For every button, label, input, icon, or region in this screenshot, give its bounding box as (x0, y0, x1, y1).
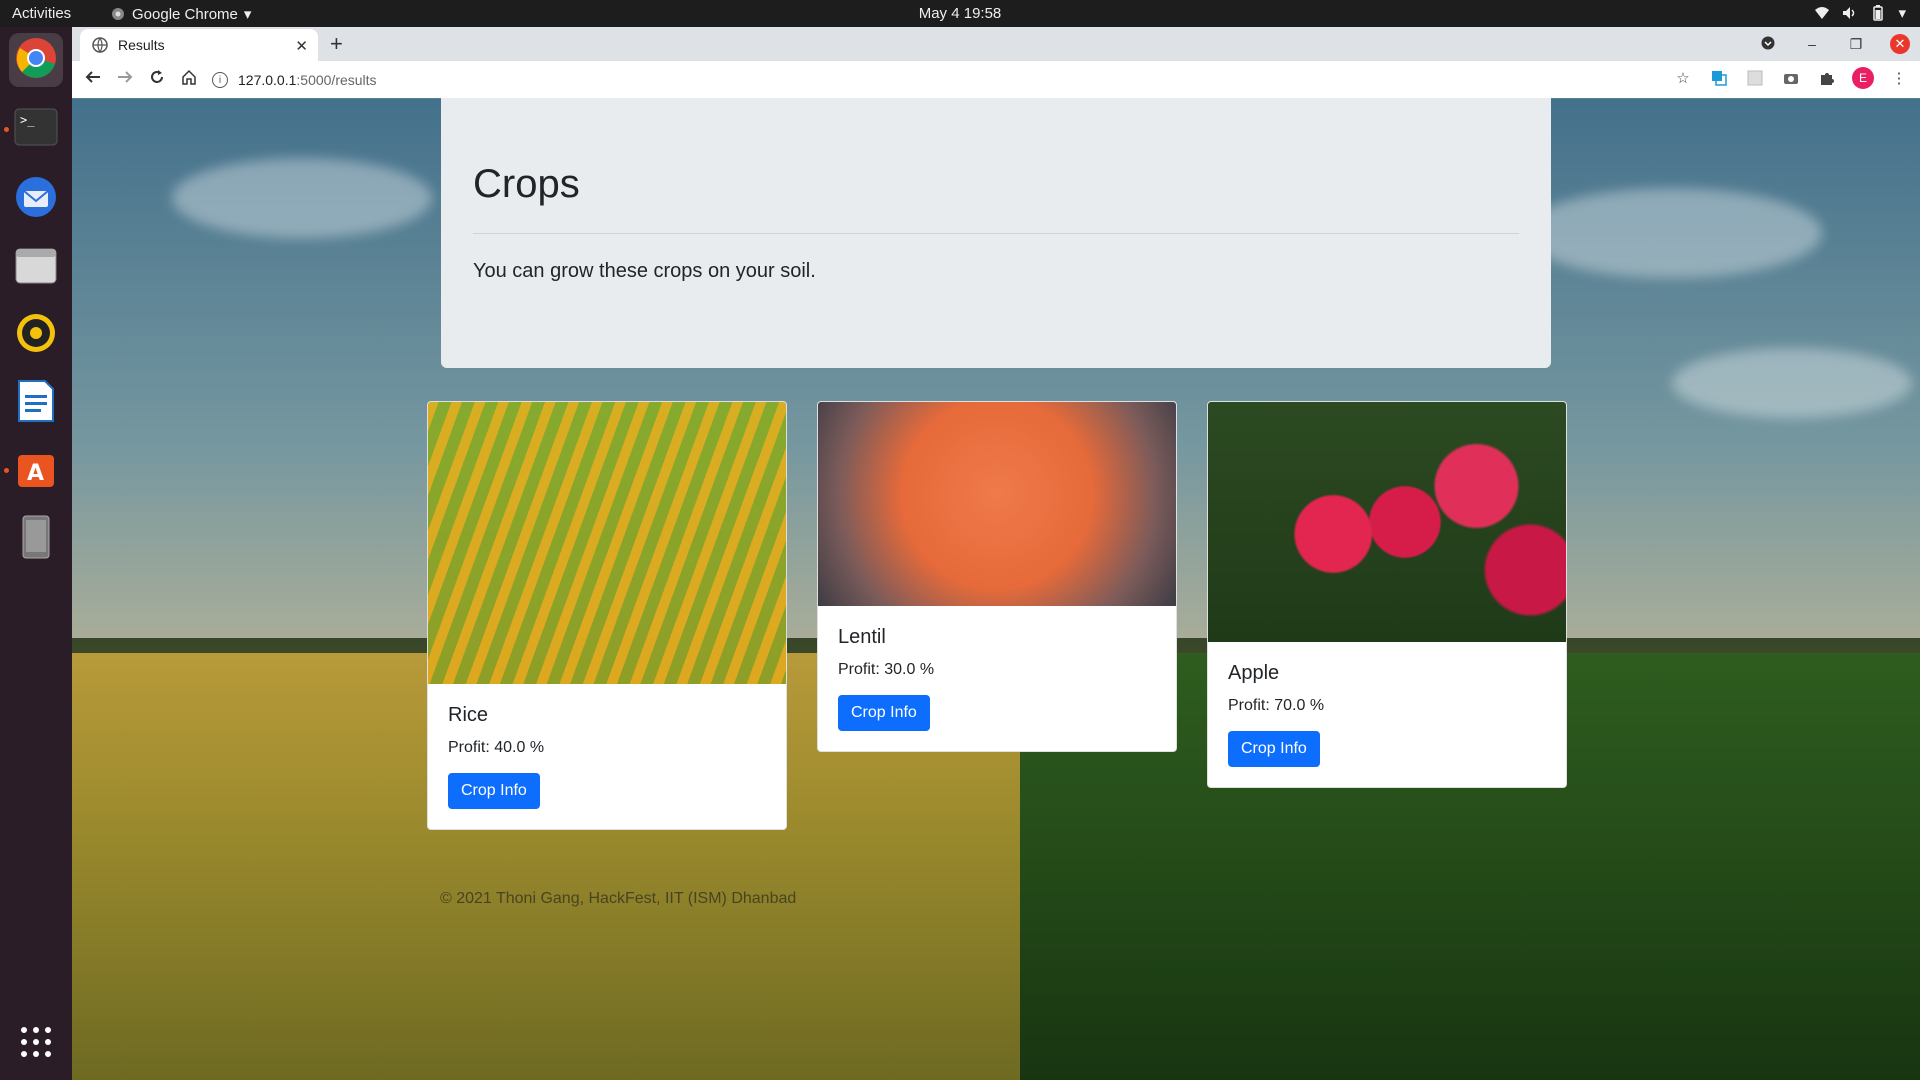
tab-results[interactable]: Results ✕ (80, 29, 318, 61)
close-tab-icon[interactable]: ✕ (295, 37, 308, 55)
window-controls: – ❐ ✕ (1758, 27, 1920, 61)
background-cloud (1672, 348, 1912, 418)
rice-image (428, 402, 786, 684)
toolbar-actions: ☆ E ⋮ (1672, 67, 1910, 89)
crop-info-button[interactable]: Crop Info (448, 773, 540, 809)
software-icon: A (14, 447, 58, 496)
svg-text:>_: >_ (20, 113, 35, 127)
tab-title: Results (118, 37, 165, 53)
apple-image (1208, 402, 1566, 642)
crop-profit: Profit: 40.0 % (448, 739, 545, 756)
device-icon (21, 514, 51, 565)
system-tray[interactable]: ▾ (1814, 4, 1906, 22)
crop-info-button[interactable]: Crop Info (838, 695, 930, 731)
background-cloud (172, 158, 432, 238)
terminal-icon: >_ (14, 108, 58, 151)
svg-text:A: A (27, 461, 44, 486)
crop-info-button[interactable]: Crop Info (1228, 731, 1320, 767)
forward-icon[interactable] (114, 69, 136, 90)
divider (473, 233, 1519, 234)
puzzle-icon[interactable] (1816, 67, 1838, 89)
address-bar[interactable]: i 127.0.0.1:5000/results (212, 66, 1742, 94)
background-cloud (1522, 188, 1822, 278)
battery-icon (1870, 5, 1886, 21)
page-viewport: Crops You can grow these crops on your s… (72, 98, 1920, 1080)
crop-name: Lentil (838, 626, 886, 648)
system-top-bar: Activities Google Chrome ▾ May 4 19:58 ▾ (0, 0, 1920, 27)
clock[interactable]: May 4 19:58 (0, 5, 1920, 22)
window-close-icon[interactable]: ✕ (1890, 34, 1910, 54)
rhythmbox-icon (14, 311, 58, 360)
crop-name: Rice (448, 704, 489, 726)
dock-rhythmbox[interactable] (9, 308, 63, 362)
dock-software[interactable]: A (9, 444, 63, 498)
camera-icon[interactable] (1780, 67, 1802, 89)
tab-strip: Results ✕ + – ❐ ✕ (72, 27, 1920, 61)
extension-icon[interactable] (1744, 67, 1766, 89)
dock-terminal[interactable]: >_ (9, 102, 63, 156)
profile-avatar[interactable]: E (1852, 67, 1874, 89)
browser-toolbar: i 127.0.0.1:5000/results ☆ E ⋮ (72, 61, 1920, 99)
crop-card-lentil: Lentil Profit: 30.0 % Crop Info (817, 401, 1177, 752)
crop-profit: Profit: 30.0 % (838, 661, 935, 678)
dock: >_ A (0, 27, 72, 1080)
new-tab-button[interactable]: + (330, 31, 343, 57)
card-body: Rice Profit: 40.0 % Crop Info (428, 684, 786, 829)
app-grid-icon (20, 1026, 52, 1063)
crop-card-apple: Apple Profit: 70.0 % Crop Info (1207, 401, 1567, 788)
back-icon[interactable] (82, 69, 104, 90)
jumbotron: Crops You can grow these crops on your s… (441, 98, 1551, 368)
crop-profit: Profit: 70.0 % (1228, 697, 1325, 714)
restore-icon[interactable]: ❐ (1846, 36, 1866, 53)
dock-device[interactable] (9, 512, 63, 566)
files-icon (14, 245, 58, 290)
dock-writer[interactable] (9, 376, 63, 430)
page-title: Crops (473, 162, 580, 206)
dock-app-grid[interactable] (9, 1017, 63, 1071)
dock-thunderbird[interactable] (9, 172, 63, 226)
bookmark-star-icon[interactable]: ☆ (1672, 67, 1694, 89)
minimize-icon[interactable]: – (1802, 36, 1822, 52)
card-body: Lentil Profit: 30.0 % Crop Info (818, 606, 1176, 751)
footer-text: © 2021 Thoni Gang, HackFest, IIT (ISM) D… (440, 890, 797, 907)
dock-files[interactable] (9, 240, 63, 294)
dock-chrome[interactable] (9, 33, 63, 87)
reload-icon[interactable] (146, 69, 168, 90)
crop-name: Apple (1228, 662, 1280, 684)
thunderbird-icon (14, 175, 58, 224)
translate-extension-icon[interactable] (1708, 67, 1730, 89)
globe-icon (92, 37, 108, 54)
url-host: 127.0.0.1 (238, 72, 297, 88)
home-icon[interactable] (178, 69, 200, 90)
card-body: Apple Profit: 70.0 % Crop Info (1208, 642, 1566, 787)
chrome-icon (14, 36, 58, 85)
site-info-icon[interactable]: i (212, 72, 228, 88)
crop-card-rice: Rice Profit: 40.0 % Crop Info (427, 401, 787, 830)
tab-search-icon[interactable] (1758, 36, 1778, 53)
wifi-icon (1814, 5, 1830, 21)
writer-icon (17, 379, 55, 428)
url-path: :5000/results (296, 72, 377, 88)
volume-icon (1842, 5, 1858, 21)
lentil-image (818, 402, 1176, 606)
lead-text: You can grow these crops on your soil. (473, 260, 816, 282)
menu-kebab-icon[interactable]: ⋮ (1888, 67, 1910, 89)
chevron-down-icon: ▾ (1898, 5, 1906, 22)
